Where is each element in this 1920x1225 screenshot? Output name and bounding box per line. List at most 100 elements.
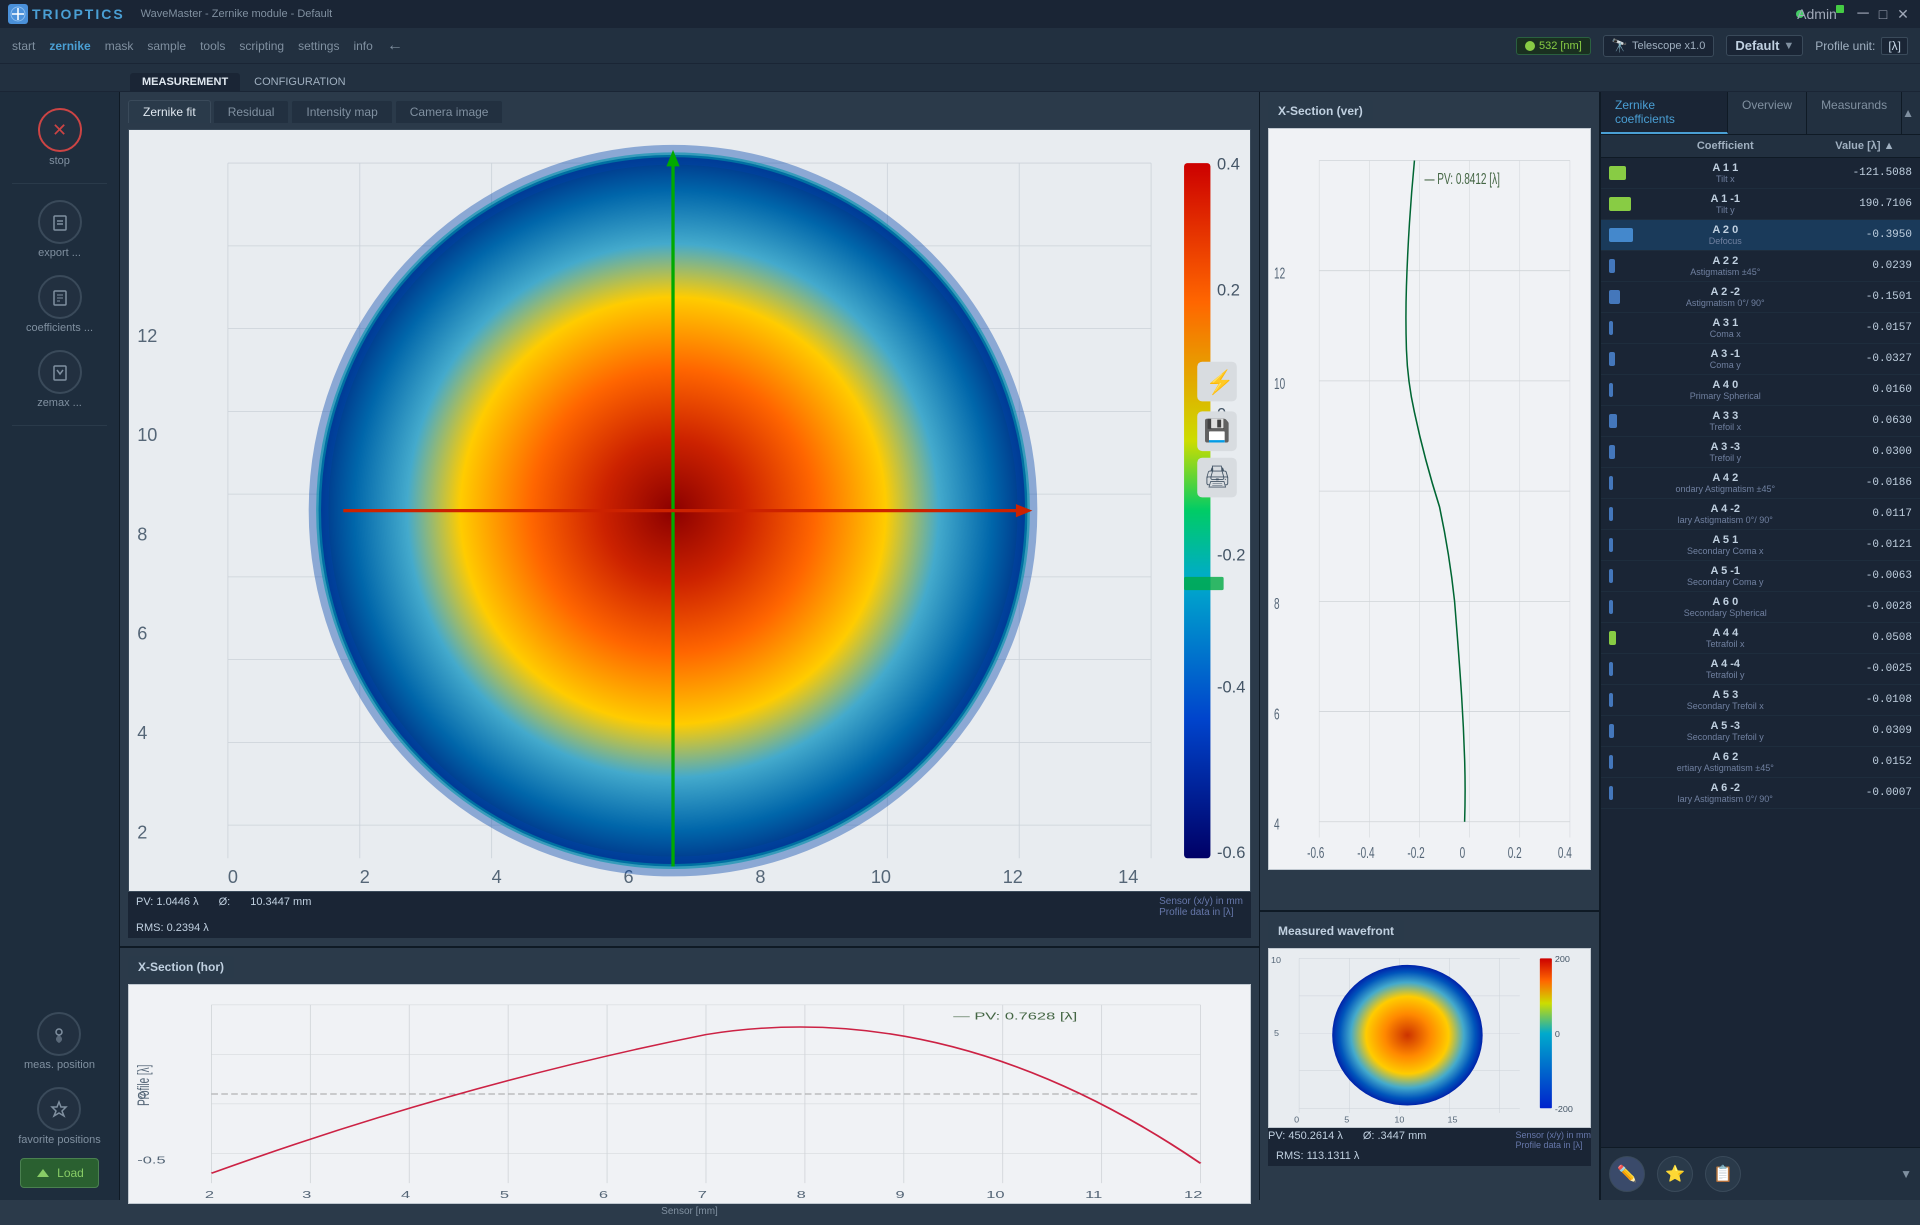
nav-tools[interactable]: tools bbox=[200, 39, 225, 53]
table-row[interactable]: A 6 -2 lary Astigmatism 0°/ 90° -0.0007 bbox=[1601, 778, 1920, 809]
table-row[interactable]: A 4 4 Tetrafoil x 0.0508 bbox=[1601, 623, 1920, 654]
table-row[interactable]: A 6 0 Secondary Spherical -0.0028 bbox=[1601, 592, 1920, 623]
coeff-name-cell: A 2 -2 Astigmatism 0°/ 90° bbox=[1641, 282, 1810, 313]
zemax-button[interactable]: zemax ... bbox=[29, 346, 90, 413]
table-row[interactable]: A 5 3 Secondary Trefoil x -0.0108 bbox=[1601, 685, 1920, 716]
logo-icon bbox=[8, 4, 28, 24]
favorite-button[interactable]: favorite positions bbox=[10, 1083, 109, 1150]
svg-text:12: 12 bbox=[137, 326, 157, 346]
table-row[interactable]: A 2 -2 Astigmatism 0°/ 90° -0.1501 bbox=[1601, 282, 1920, 313]
profile-unit-value: [λ] bbox=[1881, 37, 1908, 55]
load-label: Load bbox=[57, 1166, 84, 1180]
table-row[interactable]: A 3 3 Trefoil x 0.0630 bbox=[1601, 406, 1920, 437]
company-name: TRIOPTICS bbox=[32, 6, 125, 22]
table-row[interactable]: A 6 2 ertiary Astigmatism ±45° 0.0152 bbox=[1601, 747, 1920, 778]
layers-button[interactable]: 📋 bbox=[1705, 1156, 1741, 1192]
coeff-bar-cell bbox=[1601, 282, 1641, 313]
coeff-bar-cell bbox=[1601, 406, 1641, 437]
coeff-value-cell: -0.0063 bbox=[1810, 561, 1920, 592]
coeff-name-cell: A 6 -2 lary Astigmatism 0°/ 90° bbox=[1641, 778, 1810, 809]
table-row[interactable]: A 2 0 Defocus -0.3950 bbox=[1601, 220, 1920, 251]
table-row[interactable]: A 2 2 Astigmatism ±45° 0.0239 bbox=[1601, 251, 1920, 282]
tab-zernike-fit[interactable]: Zernike fit bbox=[128, 100, 211, 123]
col-value-header[interactable]: Value [λ] ▲ bbox=[1810, 135, 1920, 158]
wf-pv: 450.2614 λ bbox=[1288, 1130, 1342, 1142]
stop-button[interactable]: ✕ stop bbox=[30, 104, 90, 171]
coeff-name-cell: A 4 4 Tetrafoil x bbox=[1641, 623, 1810, 654]
dropdown-arrow: ▼ bbox=[1783, 40, 1794, 52]
table-row[interactable]: A 3 -3 Trefoil y 0.0300 bbox=[1601, 437, 1920, 468]
tab-residual[interactable]: Residual bbox=[213, 100, 290, 123]
pencil-button[interactable]: ✏️ bbox=[1609, 1156, 1645, 1192]
table-row[interactable]: A 4 2 ondary Astigmatism ±45° -0.0186 bbox=[1601, 468, 1920, 499]
coeff-value-cell: -0.0327 bbox=[1810, 344, 1920, 375]
table-row[interactable]: A 5 -3 Secondary Trefoil y 0.0309 bbox=[1601, 716, 1920, 747]
main-layout: ✕ stop export ... bbox=[0, 92, 1920, 1200]
coeff-value-cell: -0.0121 bbox=[1810, 530, 1920, 561]
table-row[interactable]: A 3 -1 Coma y -0.0327 bbox=[1601, 344, 1920, 375]
minimize-button[interactable]: ─ bbox=[1854, 5, 1872, 23]
tab-measurands[interactable]: Measurands bbox=[1807, 92, 1902, 134]
coeff-scroll-down[interactable]: ▼ bbox=[1900, 1167, 1912, 1181]
tab-configuration[interactable]: CONFIGURATION bbox=[242, 73, 357, 91]
tab-intensity-map[interactable]: Intensity map bbox=[291, 100, 392, 123]
coeff-bar-cell bbox=[1601, 716, 1641, 747]
nav-start[interactable]: start bbox=[12, 39, 35, 53]
restore-button[interactable]: □ bbox=[1874, 5, 1892, 23]
coefficients-button[interactable]: coefficients ... bbox=[18, 271, 101, 338]
nav-sample[interactable]: sample bbox=[147, 39, 186, 53]
export-button[interactable]: export ... bbox=[30, 196, 90, 263]
svg-text:10: 10 bbox=[986, 1190, 1005, 1201]
table-row[interactable]: A 5 1 Secondary Coma x -0.0121 bbox=[1601, 530, 1920, 561]
wf-rms: 113.1311 λ bbox=[1307, 1150, 1360, 1162]
svg-text:0.2: 0.2 bbox=[1217, 281, 1240, 299]
nav-scripting[interactable]: scripting bbox=[239, 39, 284, 53]
content-area: Zernike fit Residual Intensity map Camer… bbox=[120, 92, 1920, 1200]
export-label: export ... bbox=[38, 247, 81, 259]
zernike-stats: PV: 1.0446 λ Ø: 10.3447 mm Sensor (x/y) … bbox=[128, 892, 1251, 922]
table-row[interactable]: A 4 0 Primary Spherical 0.0160 bbox=[1601, 375, 1920, 406]
table-row[interactable]: A 5 -1 Secondary Coma y -0.0063 bbox=[1601, 561, 1920, 592]
load-button[interactable]: Load bbox=[20, 1158, 99, 1188]
zemax-icon bbox=[38, 350, 82, 394]
tab-measurement[interactable]: MEASUREMENT bbox=[130, 73, 240, 91]
nav-settings[interactable]: settings bbox=[298, 39, 339, 53]
svg-text:11: 11 bbox=[1085, 1190, 1102, 1201]
coeff-name-cell: A 1 1 Tilt x bbox=[1641, 158, 1810, 189]
close-button[interactable]: ✕ bbox=[1894, 5, 1912, 23]
svg-text:0: 0 bbox=[228, 867, 238, 887]
back-button[interactable]: ← bbox=[387, 37, 403, 55]
coefficients-tbody: A 1 1 Tilt x -121.5088 A 1 -1 Tilt y 190… bbox=[1601, 158, 1920, 809]
coeff-name-cell: A 3 -1 Coma y bbox=[1641, 344, 1810, 375]
coeff-name-cell: A 4 -4 Tetrafoil y bbox=[1641, 654, 1810, 685]
nav-zernike[interactable]: zernike bbox=[49, 39, 90, 53]
tab-overview[interactable]: Overview bbox=[1728, 92, 1807, 134]
coeff-scroll-up[interactable]: ▲ bbox=[1902, 106, 1914, 120]
svg-text:4: 4 bbox=[1274, 815, 1280, 833]
table-row[interactable]: A 4 -4 Tetrafoil y -0.0025 bbox=[1601, 654, 1920, 685]
coeff-name-cell: A 5 -1 Secondary Coma y bbox=[1641, 561, 1810, 592]
table-row[interactable]: A 3 1 Coma x -0.0157 bbox=[1601, 313, 1920, 344]
coeff-bar-cell bbox=[1601, 778, 1641, 809]
coeff-value-cell: -0.0108 bbox=[1810, 685, 1920, 716]
zernike-plot-tabs: Zernike fit Residual Intensity map Camer… bbox=[128, 100, 1251, 123]
stop-icon: ✕ bbox=[38, 108, 82, 152]
nav-mask[interactable]: mask bbox=[105, 39, 134, 53]
coeff-value-cell: -0.0157 bbox=[1810, 313, 1920, 344]
default-dropdown[interactable]: Default ▼ bbox=[1726, 35, 1803, 56]
svg-text:2: 2 bbox=[205, 1190, 214, 1201]
table-row[interactable]: A 4 -2 lary Astigmatism 0°/ 90° 0.0117 bbox=[1601, 499, 1920, 530]
star-button[interactable]: ⭐ bbox=[1657, 1156, 1693, 1192]
table-row[interactable]: A 1 -1 Tilt y 190.7106 bbox=[1601, 189, 1920, 220]
meas-position-button[interactable]: meas. position bbox=[16, 1008, 103, 1075]
tab-zernike-coefficients[interactable]: Zernike coefficients bbox=[1601, 92, 1728, 134]
nav-info[interactable]: info bbox=[353, 39, 372, 53]
coeff-value-cell: 0.0300 bbox=[1810, 437, 1920, 468]
svg-text:10: 10 bbox=[1274, 374, 1285, 392]
svg-text:0.4: 0.4 bbox=[1558, 844, 1572, 862]
table-row[interactable]: A 1 1 Tilt x -121.5088 bbox=[1601, 158, 1920, 189]
tab-camera-image[interactable]: Camera image bbox=[395, 100, 504, 123]
svg-text:-0.6: -0.6 bbox=[1217, 844, 1245, 862]
stop-label: stop bbox=[49, 155, 70, 167]
zernike-rms-stats: RMS: 0.2394 λ bbox=[128, 922, 1251, 938]
